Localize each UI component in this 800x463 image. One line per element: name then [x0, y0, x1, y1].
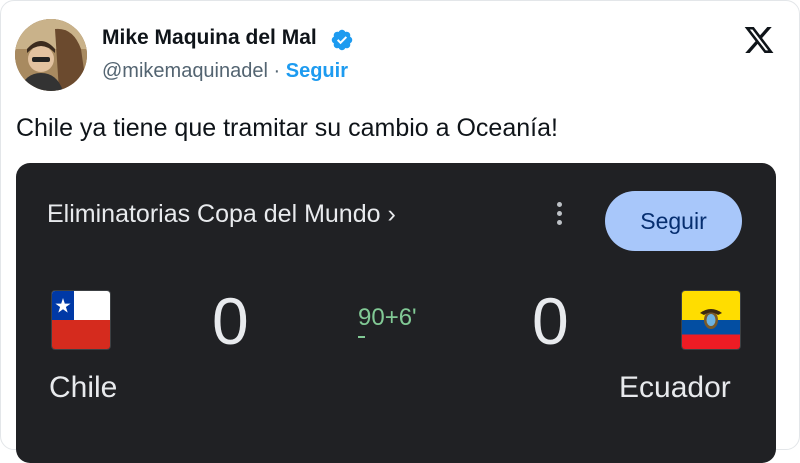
author-name[interactable]: Mike Maquina del Mal — [102, 26, 317, 50]
match-minute: 90+6' — [358, 304, 417, 331]
chile-flag — [51, 290, 111, 350]
live-indicator — [358, 336, 365, 338]
handle-row: @mikemaquinadel · Seguir — [102, 60, 348, 83]
match-card[interactable]: Eliminatorias Copa del Mundo › Seguir 0 … — [16, 163, 776, 463]
tweet-text: Chile ya tiene que tramitar su cambio a … — [16, 114, 558, 142]
separator-dot: · — [273, 60, 281, 82]
follow-match-button[interactable]: Seguir — [605, 191, 742, 251]
home-team-name[interactable]: Chile — [49, 371, 117, 405]
verified-badge-icon — [331, 29, 353, 51]
x-logo-icon[interactable] — [742, 24, 776, 56]
more-vert-icon[interactable] — [552, 202, 566, 232]
away-team-name[interactable]: Ecuador — [619, 371, 731, 405]
home-score: 0 — [212, 284, 249, 358]
away-score: 0 — [532, 284, 569, 358]
author-handle[interactable]: @mikemaquinadel — [102, 60, 268, 82]
follow-link[interactable]: Seguir — [286, 60, 348, 82]
ecuador-flag — [681, 290, 741, 350]
competition-link[interactable]: Eliminatorias Copa del Mundo › — [47, 200, 396, 229]
chevron-right-icon: › — [387, 200, 396, 228]
competition-name: Eliminatorias Copa del Mundo — [47, 200, 381, 228]
avatar[interactable] — [15, 19, 87, 91]
